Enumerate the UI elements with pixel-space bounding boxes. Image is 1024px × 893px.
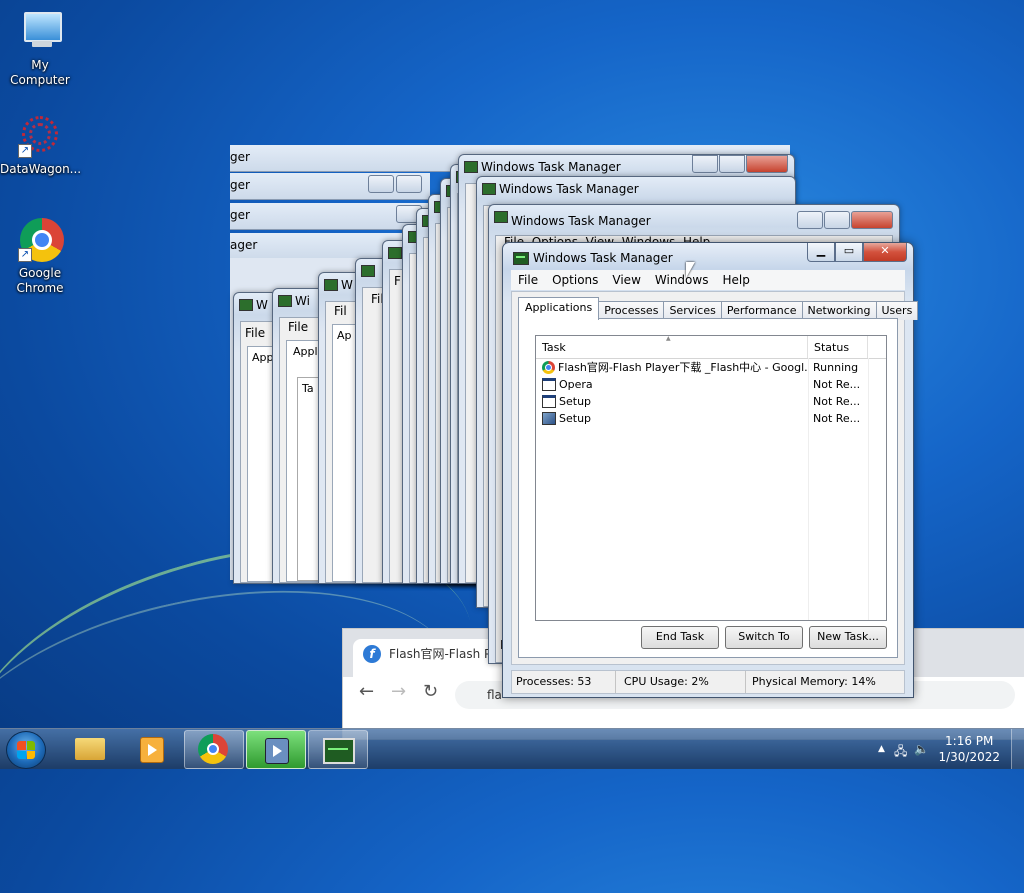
desktop-icon-label: DataWagon... — [0, 162, 82, 176]
tab-applications[interactable]: Applications — [518, 297, 600, 320]
tab-strip: Applications Processes Services Performa… — [518, 297, 919, 320]
datawagon-icon: ↗ — [16, 112, 64, 160]
clock[interactable]: 1:16 PM 1/30/2022 — [938, 733, 1000, 765]
status-cpu-usage: CPU Usage: 2% — [616, 671, 746, 693]
desktop-icon-label: My Computer — [10, 58, 70, 87]
row-status: Not Re... — [813, 395, 861, 408]
switch-to-button[interactable]: Switch To — [725, 626, 803, 649]
desktop-icon-label: Google Chrome — [16, 266, 64, 295]
task-manager-icon — [513, 252, 529, 265]
window-title: Windows Task Manager — [533, 251, 673, 265]
task-list-header: Task Status — [536, 327, 886, 359]
row-status: Not Re... — [813, 378, 861, 391]
menu-help[interactable]: Help — [715, 273, 756, 287]
task-manager-window[interactable]: Windows Task Manager ▁ ▭ ✕ File Options … — [502, 242, 919, 698]
background-window-titlebar: ger — [230, 203, 430, 230]
flash-favicon-icon: f — [363, 645, 381, 663]
task-list[interactable]: Task Status Flash官网-Flash Player下载 _Flas… — [535, 327, 887, 621]
taskbar: ▲ 🖧 🔈 1:16 PM 1/30/2022 — [0, 728, 1024, 769]
clock-date: 1/30/2022 — [938, 750, 1000, 764]
chrome-icon — [542, 361, 555, 374]
menu-file[interactable]: File — [511, 273, 545, 287]
applications-panel: Task Status Flash官网-Flash Player下载 _Flas… — [518, 318, 898, 658]
chrome-icon — [198, 734, 228, 764]
desktop-icon-my-computer[interactable]: My Computer — [0, 8, 80, 88]
reload-icon[interactable]: ↻ — [423, 681, 438, 702]
system-tray: ▲ 🖧 🔈 1:16 PM 1/30/2022 — [854, 729, 1024, 769]
menu-options[interactable]: Options — [545, 273, 605, 287]
status-physical-memory: Physical Memory: 14% — [752, 675, 876, 688]
table-row[interactable]: Opera Not Re... — [536, 376, 886, 393]
setup-icon — [542, 412, 556, 425]
mouse-cursor-icon — [686, 262, 695, 278]
new-task-button[interactable]: New Task... — [809, 626, 887, 649]
media-player-icon — [140, 737, 164, 763]
menu-view[interactable]: View — [605, 273, 647, 287]
taskbar-explorer[interactable] — [60, 730, 118, 767]
window-icon — [542, 395, 556, 408]
menu-windows[interactable]: Windows — [648, 273, 716, 287]
taskbar-setup[interactable] — [246, 730, 306, 769]
desktop-icon-datawagon[interactable]: ↗ DataWagon... — [0, 112, 82, 177]
folder-icon — [75, 738, 105, 760]
maximize-button[interactable]: ▭ — [835, 243, 863, 262]
volume-icon[interactable]: 🔈 — [914, 742, 929, 756]
show-desktop-button[interactable] — [1011, 729, 1024, 769]
end-task-button[interactable]: End Task — [641, 626, 719, 649]
taskbar-task-manager[interactable] — [308, 730, 368, 769]
task-manager-icon — [323, 738, 355, 764]
network-icon[interactable]: 🖧 — [894, 742, 907, 763]
table-row[interactable]: Setup Not Re... — [536, 393, 886, 410]
window-icon — [542, 378, 556, 391]
background-window-titlebar: ger — [230, 173, 430, 200]
menu-bar: File Options View Windows Help — [511, 270, 905, 290]
computer-icon — [16, 8, 64, 56]
status-processes: Processes: 53 — [512, 671, 616, 693]
show-hidden-icons-icon[interactable]: ▲ — [878, 744, 885, 754]
clock-time: 1:16 PM — [945, 734, 994, 748]
row-status: Not Re... — [813, 412, 861, 425]
minimize-button[interactable]: ▁ — [807, 243, 835, 262]
table-row[interactable]: Flash官网-Flash Player下载 _Flash中心 - Googl.… — [536, 359, 886, 376]
back-icon[interactable]: ← — [359, 681, 374, 702]
forward-icon[interactable]: → — [391, 681, 406, 702]
chrome-icon: ↗ — [16, 216, 64, 264]
setup-icon — [265, 738, 289, 764]
status-bar: Processes: 53 CPU Usage: 2% Physical Mem… — [511, 670, 905, 694]
close-button[interactable]: ✕ — [863, 243, 907, 262]
desktop-icon-google-chrome[interactable]: ↗ Google Chrome — [0, 216, 80, 296]
taskbar-media-player[interactable] — [122, 730, 180, 767]
column-header-task[interactable]: Task — [536, 327, 808, 358]
column-header-status[interactable]: Status — [808, 336, 868, 358]
windows-logo-icon — [17, 741, 35, 759]
start-button[interactable] — [6, 731, 46, 769]
table-row[interactable]: Setup Not Re... — [536, 410, 886, 427]
row-status: Running — [813, 361, 859, 374]
task-manager-body: Applications Processes Services Performa… — [511, 291, 919, 665]
taskbar-chrome[interactable] — [184, 730, 244, 769]
